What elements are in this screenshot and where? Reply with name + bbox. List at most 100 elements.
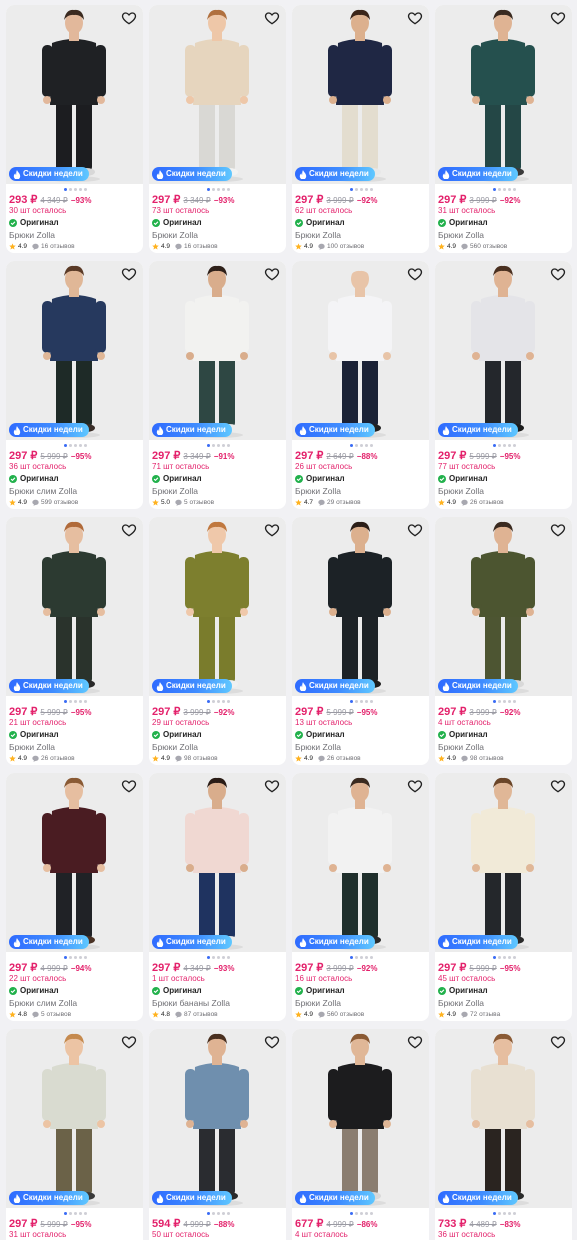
favorite-heart-icon[interactable] [264, 266, 280, 282]
product-name[interactable]: Брюки Zolla [438, 486, 484, 496]
reviews-count[interactable]: 16 отзывов [41, 243, 75, 250]
product-photo[interactable]: Скидки недели [435, 1029, 572, 1208]
product-card[interactable]: Скидки недели 297 ₽2 649 ₽ −88% 26 шт остал… [292, 261, 429, 509]
reviews-count[interactable]: 100 отзывов [327, 243, 364, 250]
favorite-heart-icon[interactable] [121, 10, 137, 26]
reviews-count[interactable]: 26 отзывов [470, 499, 504, 506]
product-photo[interactable]: Скидки недели [292, 517, 429, 696]
favorite-heart-icon[interactable] [550, 522, 566, 538]
product-name[interactable]: Брюки Zolla [152, 230, 198, 240]
product-name[interactable]: Брюки Zolla [295, 230, 341, 240]
reviews-count[interactable]: 5 отзывов [184, 499, 214, 506]
favorite-heart-icon[interactable] [550, 10, 566, 26]
product-card[interactable]: Скидки недели 594 ₽4 999 ₽ −88% 50 шт остал… [149, 1029, 286, 1240]
week-discount-badge: Скидки недели [152, 935, 232, 949]
reviews-count[interactable]: 560 отзывов [327, 1011, 364, 1018]
reviews-count[interactable]: 87 отзывов [184, 1011, 218, 1018]
product-card[interactable]: Скидки недели 733 ₽4 489 ₽ −83% 36 шт остал… [435, 1029, 572, 1240]
product-card[interactable]: Скидки недели 297 ₽3 999 ₽ −92% 62 шт остал… [292, 5, 429, 253]
fire-icon [13, 937, 21, 948]
reviews-count[interactable]: 26 отзывов [327, 755, 361, 762]
product-photo[interactable]: Скидки недели [292, 1029, 429, 1208]
product-card[interactable]: Скидки недели 297 ₽3 349 ₽ −91% 71 шт остал… [149, 261, 286, 509]
product-name[interactable]: Брюки Zolla [9, 742, 55, 752]
favorite-heart-icon[interactable] [407, 10, 423, 26]
reviews-count[interactable]: 16 отзывов [184, 243, 218, 250]
product-name[interactable]: Брюки Zolla [438, 230, 484, 240]
product-card[interactable]: Скидки недели 297 ₽5 999 ₽ −95% 36 шт остал… [6, 261, 143, 509]
product-name[interactable]: Брюки бананы Zolla [152, 998, 230, 1008]
product-card[interactable]: Скидки недели 297 ₽5 999 ₽ −95% 21 шт остал… [6, 517, 143, 765]
product-name[interactable]: Брюки Zolla [9, 230, 55, 240]
product-card[interactable]: Скидки недели 297 ₽5 999 ₽ −95% 31 шт остал… [6, 1029, 143, 1240]
favorite-heart-icon[interactable] [264, 522, 280, 538]
favorite-heart-icon[interactable] [264, 1034, 280, 1050]
reviews-count[interactable]: 26 отзывов [41, 755, 75, 762]
product-name[interactable]: Брюки слим Zolla [9, 486, 77, 496]
product-card[interactable]: Скидки недели 297 ₽5 999 ₽ −95% 13 шт остал… [292, 517, 429, 765]
favorite-heart-icon[interactable] [264, 778, 280, 794]
product-photo[interactable]: Скидки недели [6, 261, 143, 440]
old-price: 2 649 ₽ [326, 452, 354, 461]
product-photo[interactable]: Скидки недели [6, 1029, 143, 1208]
product-card[interactable]: Скидки недели 297 ₽3 349 ₽ −93% 73 шт остал… [149, 5, 286, 253]
reviews-count[interactable]: 98 отзывов [470, 755, 504, 762]
product-card[interactable]: Скидки недели 677 ₽4 999 ₽ −86% 4 шт остало… [292, 1029, 429, 1240]
product-name[interactable]: Брюки Zolla [152, 486, 198, 496]
reviews-count[interactable]: 98 отзывов [184, 755, 218, 762]
product-photo[interactable]: Скидки недели [149, 517, 286, 696]
product-photo[interactable]: Скидки недели [292, 261, 429, 440]
reviews-count[interactable]: 29 отзывов [327, 499, 361, 506]
original-badge: Оригинал [152, 218, 202, 227]
product-name[interactable]: Брюки Zolla [295, 486, 341, 496]
product-photo[interactable]: Скидки недели [435, 5, 572, 184]
product-name[interactable]: Брюки Zolla [438, 998, 484, 1008]
product-card[interactable]: Скидки недели 297 ₽3 999 ₽ −92% 29 шт остал… [149, 517, 286, 765]
favorite-heart-icon[interactable] [407, 778, 423, 794]
favorite-heart-icon[interactable] [121, 778, 137, 794]
reviews-count[interactable]: 599 отзывов [41, 499, 78, 506]
badge-label: Скидки недели [166, 169, 226, 178]
photo-pagination-dots [207, 956, 230, 959]
favorite-heart-icon[interactable] [407, 522, 423, 538]
reviews-count[interactable]: 560 отзывов [470, 243, 507, 250]
product-photo[interactable]: Скидки недели [149, 5, 286, 184]
favorite-heart-icon[interactable] [121, 522, 137, 538]
favorite-heart-icon[interactable] [550, 266, 566, 282]
favorite-heart-icon[interactable] [121, 1034, 137, 1050]
product-photo[interactable]: Скидки недели [292, 5, 429, 184]
reviews-count[interactable]: 72 отзыва [470, 1011, 500, 1018]
product-card[interactable]: Скидки недели 297 ₽4 999 ₽ −94% 22 шт остал… [6, 773, 143, 1021]
product-photo[interactable]: Скидки недели [149, 261, 286, 440]
product-card[interactable]: Скидки недели 297 ₽5 999 ₽ −95% 77 шт остал… [435, 261, 572, 509]
product-name[interactable]: Брюки Zolla [295, 742, 341, 752]
product-photo[interactable]: Скидки недели [149, 773, 286, 952]
product-name[interactable]: Брюки Zolla [295, 998, 341, 1008]
product-name[interactable]: Брюки Zolla [438, 742, 484, 752]
product-photo[interactable]: Скидки недели [149, 1029, 286, 1208]
product-photo[interactable]: Скидки недели [292, 773, 429, 952]
product-photo[interactable]: Скидки недели [6, 5, 143, 184]
check-circle-icon [438, 218, 446, 227]
product-card[interactable]: Скидки недели 297 ₽5 999 ₽ −95% 45 шт остал… [435, 773, 572, 1021]
product-name[interactable]: Брюки слим Zolla [9, 998, 77, 1008]
product-name[interactable]: Брюки Zolla [152, 742, 198, 752]
product-photo[interactable]: Скидки недели [435, 517, 572, 696]
fire-icon [442, 425, 450, 436]
favorite-heart-icon[interactable] [407, 1034, 423, 1050]
favorite-heart-icon[interactable] [550, 778, 566, 794]
product-card[interactable]: Скидки недели 297 ₽4 349 ₽ −93% 1 шт остало… [149, 773, 286, 1021]
product-photo[interactable]: Скидки недели [435, 773, 572, 952]
product-card[interactable]: Скидки недели 297 ₽3 999 ₽ −92% 4 шт остало… [435, 517, 572, 765]
favorite-heart-icon[interactable] [407, 266, 423, 282]
product-card[interactable]: Скидки недели 297 ₽3 999 ₽ −92% 16 шт остал… [292, 773, 429, 1021]
product-photo[interactable]: Скидки недели [6, 517, 143, 696]
product-photo[interactable]: Скидки недели [6, 773, 143, 952]
reviews-count[interactable]: 5 отзывов [41, 1011, 71, 1018]
product-photo[interactable]: Скидки недели [435, 261, 572, 440]
favorite-heart-icon[interactable] [121, 266, 137, 282]
favorite-heart-icon[interactable] [264, 10, 280, 26]
favorite-heart-icon[interactable] [550, 1034, 566, 1050]
product-card[interactable]: Скидки недели 293 ₽4 349 ₽ −93% 30 шт остал… [6, 5, 143, 253]
product-card[interactable]: Скидки недели 297 ₽3 999 ₽ −92% 31 шт остал… [435, 5, 572, 253]
